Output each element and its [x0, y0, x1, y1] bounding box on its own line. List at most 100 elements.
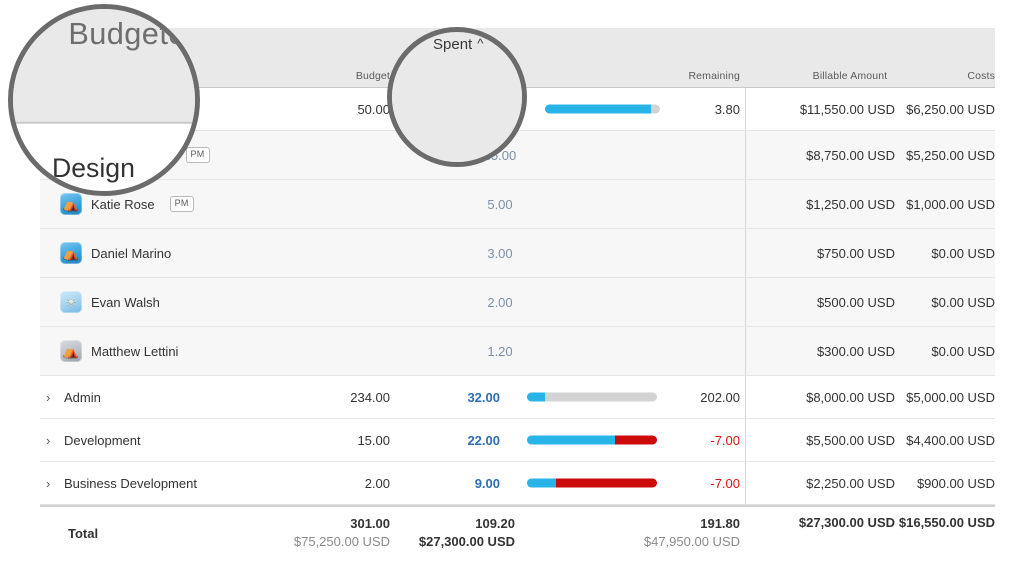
group-name-label: Development — [64, 432, 141, 448]
row-divider — [745, 278, 746, 326]
spent-value: 1.20 — [487, 343, 513, 359]
costs-value: $0.00 USD — [931, 245, 995, 261]
costs-value: $4,400.00 USD — [906, 432, 995, 448]
spent-value: 5.00 — [487, 196, 513, 212]
spent-value: 2.00 — [487, 294, 513, 310]
spent-value: 9.00 — [474, 475, 500, 491]
costs-value: $0.00 USD — [931, 343, 995, 359]
chevron-right-icon[interactable]: › — [46, 434, 56, 447]
spent-value: 35.00 — [483, 147, 517, 163]
total-label: Total — [68, 525, 99, 541]
total-spent-money: $27,300.00 USD — [418, 534, 515, 549]
person-name-label: Carl Donovan — [91, 147, 171, 163]
billable-value: $1,250.00 USD — [806, 196, 895, 212]
row-divider — [745, 376, 746, 418]
table-row-total: Total 301.00 $75,250.00 USD 109.20 $27,3… — [40, 505, 995, 559]
person-name-cell[interactable]: ⛺ Katie Rose PM — [46, 180, 346, 228]
group-name-label: Admin — [64, 389, 101, 405]
remaining-value: 3.80 — [714, 101, 740, 117]
chevron-right-icon[interactable]: › — [46, 391, 56, 404]
billable-value: $2,250.00 USD — [806, 475, 895, 491]
table-row[interactable]: ⛺ Katie Rose PM 5.00 $1,250.00 USD $1,00… — [40, 180, 995, 229]
pm-badge: PM — [169, 195, 194, 213]
group-name-label: Design — [64, 101, 105, 117]
costs-value: $6,250.00 USD — [906, 101, 995, 117]
avatar-icon: ⛺ — [60, 340, 82, 362]
avatar-icon: ☀ — [60, 291, 82, 313]
costs-value: $900.00 USD — [916, 475, 995, 491]
total-billable: $27,300.00 USD — [798, 515, 895, 530]
person-name-label: Katie Rose — [91, 196, 155, 212]
person-name-label: Evan Walsh — [91, 294, 160, 310]
person-name-label: Matthew Lettini — [91, 343, 179, 359]
row-divider — [745, 327, 746, 375]
budget-value: 2.00 — [364, 475, 390, 491]
spent-value: 3.00 — [487, 245, 513, 261]
chevron-right-icon[interactable]: › — [46, 477, 56, 490]
row-divider — [745, 419, 746, 461]
person-name-cell[interactable]: ⛺ Carl Donovan PM — [46, 131, 346, 179]
costs-value: $1,000.00 USD — [906, 196, 995, 212]
billable-value: $500.00 USD — [816, 294, 895, 310]
billable-value: $750.00 USD — [816, 245, 895, 261]
report-screen: Budgeted Time Budget Spent ^ Remaining Bi… — [0, 0, 1014, 559]
costs-value: $5,000.00 USD — [906, 389, 995, 405]
costs-value: $5,250.00 USD — [906, 147, 995, 163]
person-name-label: Daniel Marino — [91, 245, 172, 261]
billable-value: $8,750.00 USD — [806, 147, 895, 163]
table-title: Budgeted Time — [72, 36, 176, 53]
avatar-icon: ⛺ — [60, 242, 82, 264]
column-header-costs[interactable]: Costs — [800, 70, 995, 82]
table-row[interactable]: ⛺ Carl Donovan PM 35.00 $8,750.00 USD $5… — [40, 131, 995, 180]
table-row[interactable]: ☀ Evan Walsh 2.00 $500.00 USD $0.00 USD — [40, 278, 995, 327]
avatar-icon: ⛺ — [60, 144, 82, 166]
remaining-value: -7.00 — [710, 475, 740, 491]
total-spent-hours: 109.20 — [475, 516, 515, 532]
remaining-value: -7.00 — [710, 432, 740, 448]
billable-value: $5,500.00 USD — [806, 432, 895, 448]
total-spent-cell: 109.20 $27,300.00 USD — [370, 507, 515, 559]
row-divider — [745, 88, 746, 130]
table-row[interactable]: ⛺ Daniel Marino 3.00 $750.00 USD $0.00 U… — [40, 229, 995, 278]
total-remaining-cell: 191.80 $47,950.00 USD — [540, 507, 740, 559]
budgeted-time-table: Budgeted Time Budget Spent ^ Remaining Bi… — [40, 28, 995, 559]
row-divider — [745, 180, 746, 228]
row-divider — [745, 462, 746, 504]
table-row[interactable]: ⛺ Matthew Lettini 1.20 $300.00 USD $0.00… — [40, 327, 995, 376]
chevron-down-icon[interactable]: ⌄ — [46, 103, 57, 116]
person-name-cell[interactable]: ☀ Evan Walsh — [46, 278, 346, 326]
row-divider — [745, 131, 746, 179]
row-divider — [745, 229, 746, 277]
budget-value: 50.00 — [357, 101, 390, 117]
pm-badge: PM — [185, 146, 210, 164]
billable-value: $8,000.00 USD — [806, 389, 895, 405]
person-name-cell[interactable]: ⛺ Daniel Marino — [46, 229, 346, 277]
table-row[interactable]: › Business Development 2.00 9.00 -7.00 $… — [40, 462, 995, 505]
column-header-remaining[interactable]: Remaining — [540, 70, 740, 82]
budget-value: 234.00 — [350, 389, 390, 405]
total-remaining-money: $47,950.00 USD — [643, 534, 740, 549]
costs-value: $0.00 USD — [931, 294, 995, 310]
caret-up-icon: ^ — [477, 36, 484, 51]
spent-value: 22.00 — [467, 432, 500, 448]
total-remaining-hours: 191.80 — [700, 516, 740, 532]
avatar-icon: ⛺ — [60, 193, 82, 215]
mag-chevron-down-icon: ⌄ — [15, 151, 38, 183]
group-name-label: Business Development — [64, 475, 197, 491]
table-row[interactable]: ⌄ Design 50.00 46.20 3.80 $11,550.00 USD… — [40, 88, 995, 131]
column-header-spent-label: Spent — [433, 36, 473, 53]
table-row[interactable]: › Admin 234.00 32.00 202.00 $8,000.00 US… — [40, 376, 995, 419]
budget-value: 15.00 — [357, 432, 390, 448]
column-header-spent[interactable]: Spent ^ — [433, 36, 483, 53]
total-budget-cell: 301.00 $75,250.00 USD — [230, 507, 390, 559]
spent-value: 46.20 — [457, 99, 500, 118]
remaining-value: 202.00 — [700, 389, 740, 405]
total-costs: $16,550.00 USD — [898, 515, 995, 530]
table-row[interactable]: › Development 15.00 22.00 -7.00 $5,500.0… — [40, 419, 995, 462]
spent-value: 32.00 — [467, 389, 500, 405]
billable-value: $300.00 USD — [816, 343, 895, 359]
person-name-cell[interactable]: ⛺ Matthew Lettini — [46, 327, 346, 375]
billable-value: $11,550.00 USD — [799, 101, 895, 117]
column-header-budget[interactable]: Budget — [230, 70, 390, 82]
column-header-row: Budget Spent ^ Remaining Billable Amount … — [40, 36, 995, 122]
